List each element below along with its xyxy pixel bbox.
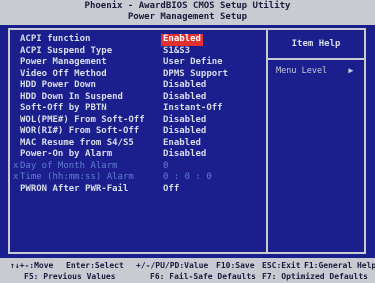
- setting-value[interactable]: Enabled: [163, 138, 201, 150]
- setting-value[interactable]: 0 : 0 : 0: [163, 172, 212, 184]
- key-hint: F5: Previous Values: [24, 272, 116, 281]
- setting-label: PWRON After PWR-Fail: [20, 183, 129, 194]
- setting-label: WOL(PME#) From Soft-Off: [20, 114, 145, 125]
- setting-value[interactable]: Disabled: [163, 80, 206, 92]
- setting-row[interactable]: WOL(PME#) From Soft-Off Disabled: [16, 115, 262, 127]
- menu-level-text: Menu Level ▶: [276, 66, 353, 76]
- disabled-marker-icon: x: [13, 160, 19, 171]
- setting-value[interactable]: Disabled: [163, 92, 206, 104]
- key-hint: F7: Optimized Defaults: [262, 272, 368, 281]
- setting-row[interactable]: ACPI Suspend Type S1&S3: [16, 46, 262, 58]
- setting-label: WOR(RI#) From Soft-Off: [20, 126, 140, 136]
- setting-row[interactable]: Soft-Off by PBTN Instant-Off: [16, 103, 262, 115]
- setting-value[interactable]: Instant-Off: [163, 103, 223, 115]
- setting-value[interactable]: Enabled: [161, 34, 203, 46]
- setting-value[interactable]: Disabled: [163, 149, 206, 161]
- setting-label: HDD Power Down: [20, 80, 96, 90]
- setting-value[interactable]: DPMS Support: [163, 69, 228, 81]
- key-hint: ↑↓+-:Move: [10, 261, 54, 270]
- settings-panel: ACPI function Enabled ACPI Suspend Type S1&…: [8, 28, 366, 254]
- setting-row[interactable]: Power-On by Alarm Disabled: [16, 149, 262, 161]
- setting-label: HDD Down In Suspend: [20, 91, 123, 102]
- menu-level-label: Menu Level: [276, 66, 328, 76]
- setting-value[interactable]: 0: [163, 161, 168, 173]
- key-hint: +/-/PU/PD:Value: [136, 261, 209, 270]
- key-hint: F10:Save: [216, 261, 255, 270]
- key-hint: F1:General Help: [304, 261, 375, 270]
- setting-row[interactable]: HDD Down In Suspend Disabled: [16, 92, 262, 104]
- setting-row[interactable]: x Time (hh:mm:ss) Alarm 0 : 0 : 0: [13, 172, 262, 184]
- setting-label: Power Management: [20, 57, 107, 67]
- setting-value[interactable]: Disabled: [163, 126, 206, 138]
- setting-row[interactable]: HDD Power Down Disabled: [16, 80, 262, 92]
- setting-label: Power-On by Alarm: [20, 149, 113, 159]
- panel-divider: [266, 30, 268, 252]
- menu-level-arrow-icon: ▶: [348, 66, 354, 76]
- setting-value[interactable]: Off: [163, 184, 179, 196]
- title-bar: Phoenix - AwardBIOS CMOS Setup Utility P…: [0, 0, 375, 25]
- setting-value[interactable]: S1&S3: [163, 46, 190, 58]
- setting-label: Time (hh:mm:ss) Alarm: [20, 172, 134, 182]
- setting-value[interactable]: User Define: [163, 57, 223, 69]
- item-help-title: Item Help: [268, 30, 364, 60]
- setting-label: Soft-Off by PBTN: [20, 103, 107, 113]
- setting-label: ACPI Suspend Type: [20, 45, 113, 56]
- setting-value[interactable]: Disabled: [163, 115, 206, 127]
- setting-row[interactable]: Video Off Method DPMS Support: [16, 69, 262, 81]
- app-title: Phoenix - AwardBIOS CMOS Setup Utility: [84, 1, 291, 11]
- settings-list: ACPI function Enabled ACPI Suspend Type S1&…: [13, 34, 262, 196]
- key-hint: Enter:Select: [66, 261, 124, 270]
- setting-label: MAC Resume from S4/S5: [20, 137, 134, 148]
- disabled-marker-icon: x: [13, 172, 19, 182]
- key-hint: F6: Fail-Safe Defaults: [150, 272, 256, 281]
- setting-label: ACPI function: [20, 34, 91, 44]
- page-title: Power Management Setup: [127, 12, 248, 22]
- setting-row[interactable]: ACPI function Enabled: [16, 34, 262, 46]
- setting-label: Day of Month Alarm: [20, 160, 118, 171]
- setting-row[interactable]: PWRON After PWR-Fail Off: [16, 184, 262, 196]
- key-hint: ESC:Exit: [262, 261, 301, 270]
- setting-label: Video Off Method: [20, 68, 107, 79]
- setting-row[interactable]: x Day of Month Alarm 0: [13, 160, 262, 173]
- setting-row[interactable]: WOR(RI#) From Soft-Off Disabled: [16, 126, 262, 138]
- key-help-bar: ↑↓+-:Move Enter:Select +/-/PU/PD:Value F10:…: [0, 258, 375, 283]
- setting-row[interactable]: Power Management User Define: [16, 57, 262, 69]
- setting-row[interactable]: MAC Resume from S4/S5 Enabled: [16, 138, 262, 150]
